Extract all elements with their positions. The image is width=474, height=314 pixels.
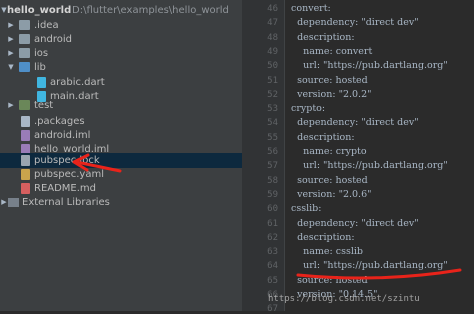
folder-icon [19, 34, 30, 44]
chevron-right-icon[interactable]: ▶ [7, 18, 15, 33]
tree-item-external-libraries[interactable]: ▶ External Libraries [0, 195, 242, 210]
line-number: 54 [267, 118, 278, 129]
tree-root-path: D:\flutter\examples\hello_world [72, 5, 229, 16]
line-number: 64 [267, 261, 278, 272]
code-line: convert: [285, 3, 331, 14]
tree-item-label: .packages [34, 116, 85, 127]
code-line: description: [285, 131, 355, 143]
tree-item-idea[interactable]: ▶ .idea [0, 18, 242, 33]
chevron-right-icon[interactable]: ▶ [7, 46, 15, 61]
tree-item-android-iml[interactable]: android.iml [0, 128, 242, 143]
tree-item-label: android [34, 34, 72, 45]
tree-root[interactable]: ▼ hello_world D:\flutter\examples\hello_… [0, 3, 242, 18]
watermark: https://blog.csdn.net/szintu [268, 294, 420, 304]
iml-file-icon [21, 130, 30, 141]
line-number: 53 [267, 104, 278, 115]
code-line: version: "2.0.2" [285, 88, 372, 100]
tree-item-label: ios [34, 48, 49, 59]
tree-item-test[interactable]: ▶ test [0, 98, 242, 113]
line-number: 60 [267, 204, 278, 215]
folder-icon [19, 48, 30, 58]
line-number: 57 [267, 161, 278, 172]
tree-item-lib[interactable]: ▼ lib [0, 60, 242, 75]
code-line: url: "https://pub.dartlang.org" [285, 260, 448, 272]
code-line: source: hosted [285, 74, 368, 86]
markdown-file-icon [21, 183, 30, 194]
code-line: name: crypto [285, 146, 367, 157]
code-line: source: hosted [285, 174, 368, 186]
line-number: 56 [267, 147, 278, 157]
tree-item-label: README.md [34, 183, 97, 194]
line-number: 65 [267, 275, 278, 286]
line-number: 47 [267, 18, 278, 29]
code-line: dependency: "direct dev" [285, 217, 419, 229]
source-folder-icon [19, 62, 30, 72]
folder-icon [19, 20, 30, 30]
tree-item-readme[interactable]: README.md [0, 181, 242, 196]
line-number: 58 [267, 175, 278, 186]
code-line: dependency: "direct dev" [285, 117, 419, 129]
library-icon [8, 198, 19, 207]
yaml-file-icon [21, 169, 30, 180]
line-number: 50 [267, 61, 278, 72]
tree-item-arabic-dart[interactable]: arabic.dart [0, 75, 242, 90]
tree-item-pubspec-yaml[interactable]: pubspec.yaml [0, 167, 242, 182]
file-icon [21, 116, 30, 127]
tree-item-label: lib [34, 62, 46, 73]
dart-file-icon [37, 77, 46, 88]
project-tree: ▼ hello_world D:\flutter\examples\hello_… [0, 0, 242, 311]
test-folder-icon [19, 100, 30, 110]
line-number: 61 [267, 218, 278, 229]
line-number: 46 [267, 4, 278, 14]
line-number: 59 [267, 189, 278, 200]
code-line: description: [285, 31, 355, 43]
tree-item-label: test [34, 100, 54, 111]
code-editor[interactable]: convert: dependency: "direct dev" descri… [285, 0, 474, 311]
code-line: name: csslib [285, 246, 363, 258]
tree-item-label: android.iml [34, 130, 91, 141]
tree-item-ios[interactable]: ▶ ios [0, 46, 242, 61]
code-line: dependency: "direct dev" [285, 17, 419, 29]
tree-item-android[interactable]: ▶ android [0, 32, 242, 47]
line-number: 62 [267, 232, 278, 243]
tree-root-label: hello_world [7, 5, 72, 16]
chevron-down-icon[interactable]: ▼ [7, 60, 15, 75]
tree-item-label: pubspec.lock [34, 155, 100, 166]
tree-item-label: arabic.dart [50, 77, 105, 88]
tree-item-pubspec-lock[interactable]: pubspec.lock [0, 153, 242, 168]
tree-item-label: .idea [34, 20, 59, 31]
line-number: 55 [267, 132, 278, 143]
code-line: csslib: [285, 203, 322, 215]
code-line: version: "2.0.6" [285, 188, 372, 200]
chevron-right-icon[interactable]: ▶ [0, 195, 8, 210]
tree-item-label: pubspec.yaml [34, 169, 104, 180]
code-line: url: "https://pub.dartlang.org" [285, 60, 448, 72]
code-line: source: hosted [285, 274, 368, 286]
line-number: 51 [267, 75, 278, 86]
code-line: crypto: [285, 103, 326, 115]
code-line: name: convert [285, 45, 373, 57]
lock-file-icon [21, 155, 30, 166]
line-number: 67 [267, 304, 278, 314]
line-number: 52 [267, 89, 278, 100]
tree-item-packages[interactable]: .packages [0, 114, 242, 129]
line-number: 49 [267, 46, 278, 57]
line-number-gutter: 46 47 48 49 50 51 52 53 54 55 56 57 58 59 60 61 62 63 64 65… [242, 0, 285, 314]
line-number: 63 [267, 247, 278, 258]
code-line: description: [285, 231, 355, 243]
chevron-right-icon[interactable]: ▶ [7, 32, 15, 47]
chevron-right-icon[interactable]: ▶ [7, 98, 15, 113]
line-number: 48 [267, 32, 278, 43]
tree-item-label: External Libraries [22, 197, 110, 208]
code-line: url: "https://pub.dartlang.org" [285, 160, 448, 172]
